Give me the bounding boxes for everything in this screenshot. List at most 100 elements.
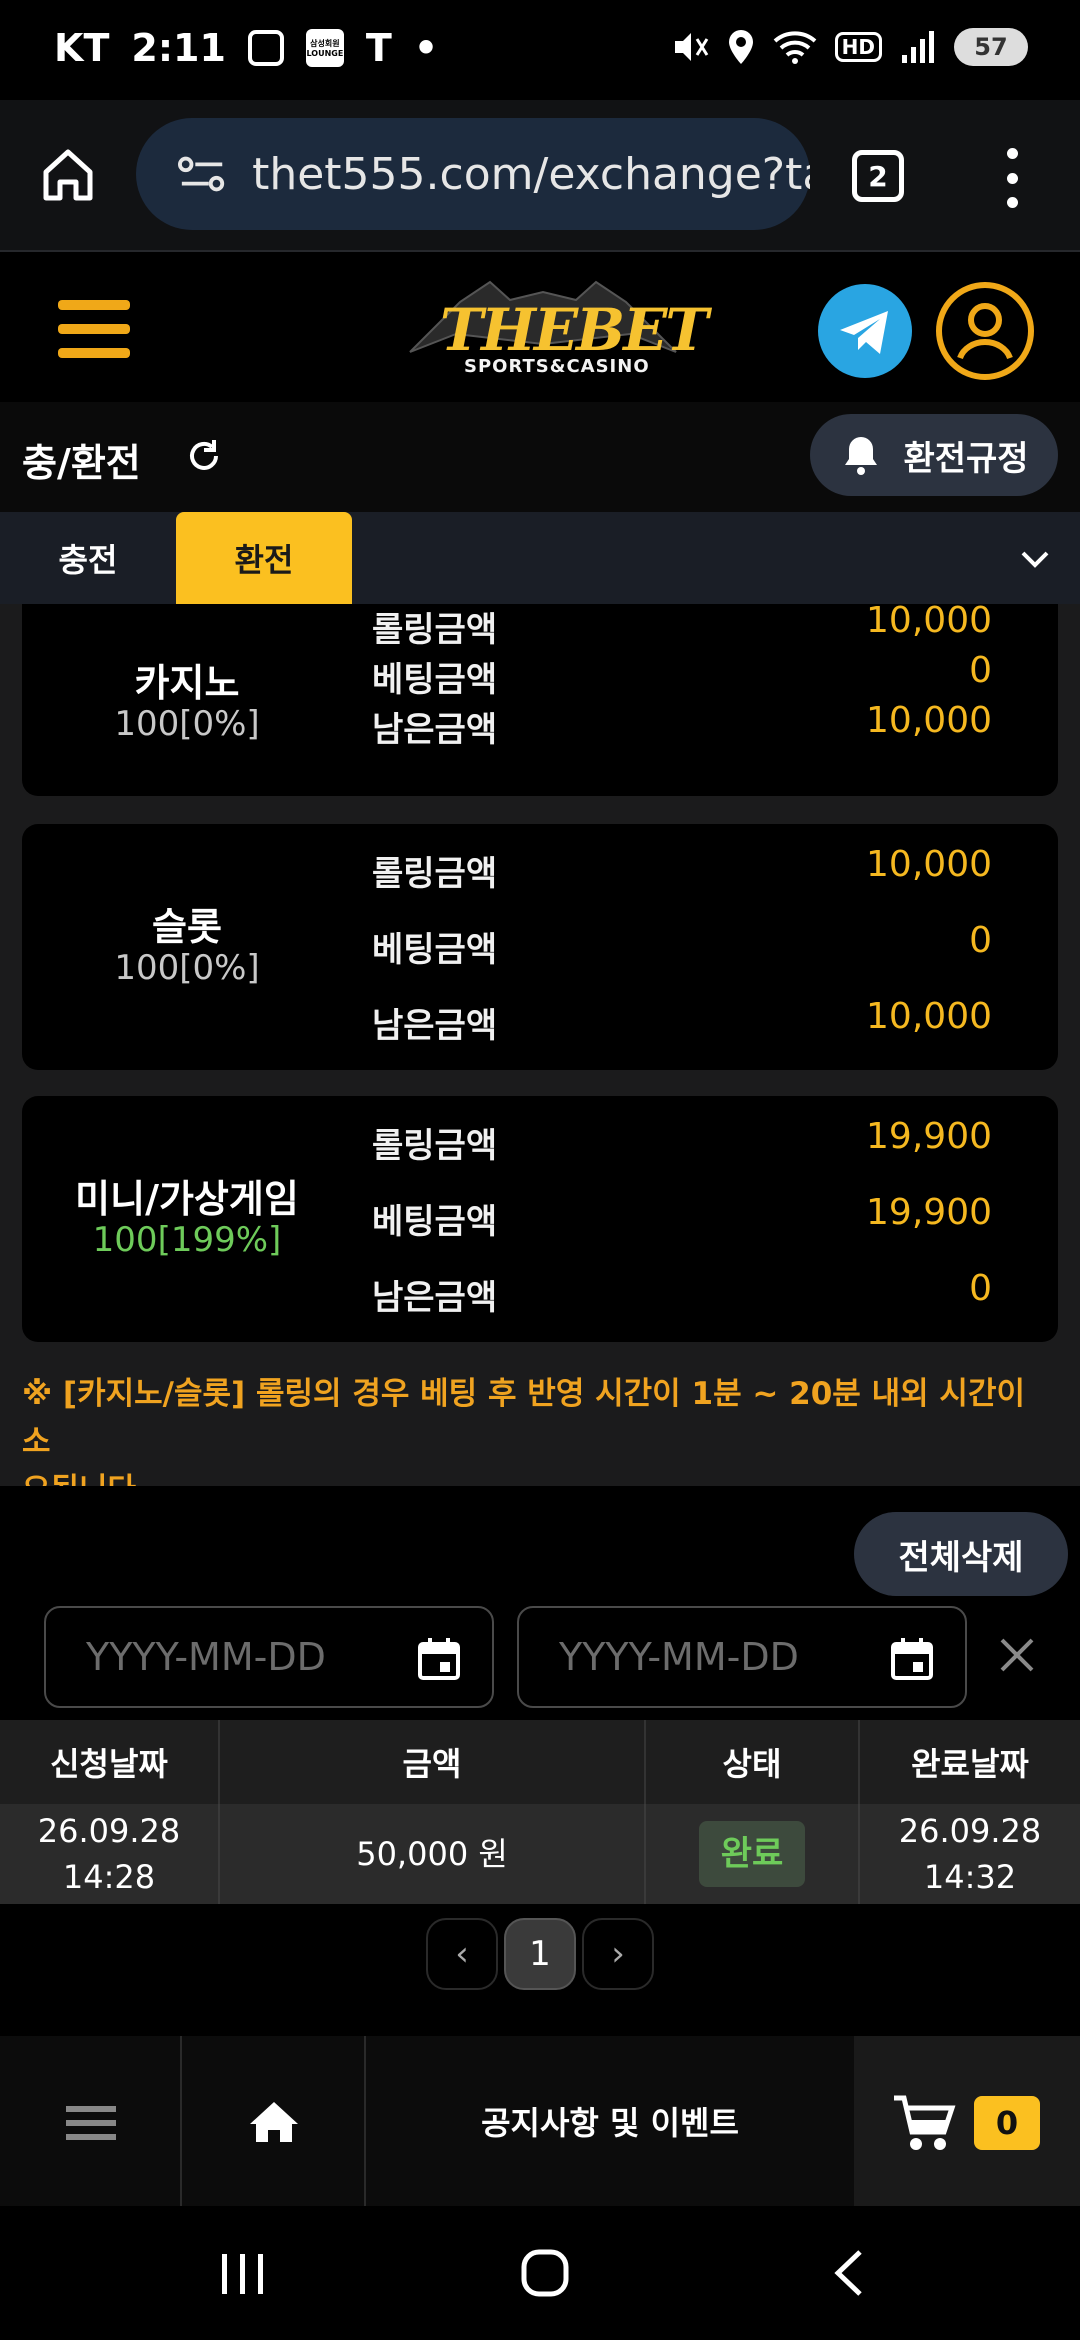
logo-title: THEBET [440, 296, 709, 364]
status-badge: 완료 [698, 1821, 806, 1887]
row-value: 0 [969, 650, 992, 691]
wifi-icon [773, 31, 816, 64]
hd-icon: HD [834, 32, 882, 62]
cart-count-badge: 0 [974, 2096, 1040, 2150]
date-to-input[interactable]: YYYY-MM-DD [517, 1606, 967, 1708]
row-value: 10,000 [866, 996, 992, 1037]
tab-switcher-button[interactable]: 2 [852, 150, 904, 202]
row-label: 남은금액 [372, 710, 498, 750]
exchange-rules-button[interactable]: 환전규정 [810, 414, 1058, 496]
clock: 2:11 [131, 26, 226, 70]
bottom-menu-button[interactable] [0, 2036, 182, 2206]
back-icon[interactable] [830, 2248, 870, 2298]
row-value: 19,900 [866, 1116, 992, 1157]
row-value: 0 [969, 920, 992, 961]
home-icon [250, 2102, 298, 2142]
location-icon [728, 30, 753, 64]
lounge-icon: 삼성회원 LOUNGE [305, 29, 344, 67]
column-header: 금액 [220, 1720, 646, 1804]
row-value: 0 [969, 1268, 992, 1309]
home-nav-icon[interactable] [520, 2248, 570, 2298]
notice-events-link[interactable]: 공지사항 및 이벤트 [366, 2036, 854, 2206]
url-text[interactable]: thet555.com/exchange?tab= [252, 149, 810, 200]
card-name: 미니/가상게임 [75, 1177, 299, 1221]
browser-menu-icon[interactable] [1000, 148, 1024, 208]
user-account-icon[interactable] [936, 282, 1034, 380]
refresh-icon[interactable] [186, 438, 222, 474]
row-label: 베팅금액 [372, 660, 498, 700]
card-percent: 100[0%] [114, 948, 260, 988]
battery-icon: 57 [954, 28, 1028, 66]
browser-toolbar: thet555.com/exchange?tab= 2 [0, 100, 1080, 252]
hamburger-menu-icon[interactable] [58, 300, 130, 358]
signal-icon [902, 31, 934, 63]
page-title: 충/환전 [22, 441, 141, 485]
complete-date: 26.09.28 [898, 1812, 1042, 1850]
complete-date-cell: 26.09.28 14:32 [860, 1804, 1080, 1904]
request-date-cell: 26.09.28 14:28 [0, 1804, 220, 1904]
calendar-icon[interactable] [416, 1636, 462, 1682]
request-time: 14:28 [62, 1858, 156, 1896]
column-header: 신청날짜 [0, 1720, 220, 1804]
cart-icon [894, 2095, 956, 2150]
site-settings-icon[interactable] [178, 154, 226, 194]
delete-all-button[interactable]: 전체삭제 [854, 1512, 1068, 1596]
bell-icon [845, 437, 878, 475]
site-header: THEBET SPORTS&CASINO [0, 254, 1080, 402]
row-value: 10,000 [866, 844, 992, 885]
screenshot-icon [247, 30, 284, 66]
pagination-current[interactable]: 1 [504, 1918, 576, 1990]
site-logo[interactable]: THEBET SPORTS&CASINO [400, 272, 709, 382]
tab-charge[interactable]: 충전 [0, 512, 176, 604]
telegram-icon[interactable] [818, 284, 912, 378]
row-value: 10,000 [866, 700, 992, 741]
row-label: 베팅금액 [372, 930, 498, 970]
bottom-home-button[interactable] [182, 2036, 366, 2206]
tabs-row: 충전 환전 [0, 512, 1080, 604]
calendar-icon[interactable] [889, 1636, 935, 1682]
rolling-card-casino: 카지노 100[0%] 롤링금액 10,000 베팅금액 0 남은금액 10,0… [22, 604, 1058, 796]
row-value: 10,000 [866, 604, 992, 641]
date-from-input[interactable]: YYYY-MM-DD [44, 1606, 494, 1708]
amount-cell: 50,000 원 [220, 1804, 646, 1904]
menu-icon [66, 2106, 116, 2140]
notice-line: 요됩니다 [22, 1466, 1062, 1486]
recent-apps-icon[interactable] [218, 2252, 268, 2296]
carrier: KT [54, 26, 110, 70]
card-name: 슬롯 [152, 905, 222, 949]
exchange-history: 전체삭제 YYYY-MM-DD YYYY-MM-DD 신청날짜 금액 상태 완료… [0, 1486, 1080, 2036]
android-navigation-bar [0, 2206, 1080, 2340]
card-percent: 100[0%] [114, 704, 260, 744]
rolling-notice: ※ [카지노/슬롯] 롤링의 경우 베팅 후 반영 시간이 1분 ~ 20분 내… [22, 1370, 1062, 1486]
status-bar: KT 2:11 삼성회원 LOUNGE T • HD 57 [0, 0, 1080, 100]
exchange-rules-label: 환전규정 [903, 438, 1029, 479]
page-title-row: 충/환전 환전규정 [0, 402, 1080, 512]
tab-exchange[interactable]: 환전 [176, 512, 352, 604]
date-from-placeholder: YYYY-MM-DD [86, 1635, 326, 1679]
status-cell: 완료 [646, 1804, 860, 1904]
site-bottom-nav: 공지사항 및 이벤트 0 [0, 2036, 1080, 2206]
request-date: 26.09.28 [37, 1812, 181, 1850]
t-icon: T [365, 26, 392, 70]
pagination-prev[interactable]: ‹ [426, 1918, 498, 1990]
card-name: 카지노 [134, 661, 240, 705]
address-bar[interactable]: thet555.com/exchange?tab= [136, 118, 810, 230]
row-label: 남은금액 [372, 1006, 498, 1046]
column-header: 완료날짜 [860, 1720, 1080, 1804]
bet-slip-button[interactable]: 0 [854, 2036, 1080, 2206]
column-header: 상태 [646, 1720, 860, 1804]
row-value: 19,900 [866, 1192, 992, 1233]
rolling-card-slot: 슬롯 100[0%] 롤링금액 10,000 베팅금액 0 남은금액 10,00… [22, 824, 1058, 1070]
rolling-card-mini-game: 미니/가상게임 100[199%] 롤링금액 19,900 베팅금액 19,90… [22, 1096, 1058, 1342]
card-percent: 100[199%] [92, 1220, 282, 1260]
pagination-next[interactable]: › [582, 1918, 654, 1990]
browser-home-icon[interactable] [40, 146, 96, 202]
chevron-down-icon[interactable] [1018, 542, 1052, 576]
clear-dates-icon[interactable] [996, 1634, 1038, 1676]
row-label: 롤링금액 [372, 1126, 498, 1166]
row-label: 롤링금액 [372, 854, 498, 894]
row-label: 베팅금액 [372, 1202, 498, 1242]
row-label: 남은금액 [372, 1278, 498, 1318]
logo-subtitle: SPORTS&CASINO [464, 356, 650, 377]
status-bar-left: KT 2:11 삼성회원 LOUNGE T • [54, 26, 438, 70]
